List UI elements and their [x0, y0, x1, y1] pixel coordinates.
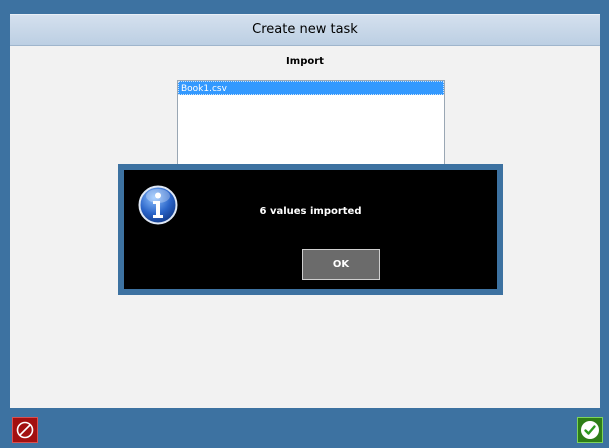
window-title: Create new task	[10, 14, 600, 46]
info-dialog: 6 values imported OK	[118, 164, 503, 295]
file-list-item[interactable]: Book1.csv	[178, 81, 444, 95]
import-label: Import	[286, 56, 324, 67]
info-icon	[138, 185, 178, 225]
info-message: 6 values imported	[259, 206, 362, 217]
info-dialog-body: 6 values imported OK	[124, 170, 497, 289]
checkmark-icon	[581, 421, 599, 439]
cancel-button[interactable]	[12, 417, 38, 443]
ok-button[interactable]: OK	[302, 249, 380, 280]
confirm-button[interactable]	[577, 417, 603, 443]
prohibited-icon	[16, 421, 34, 439]
